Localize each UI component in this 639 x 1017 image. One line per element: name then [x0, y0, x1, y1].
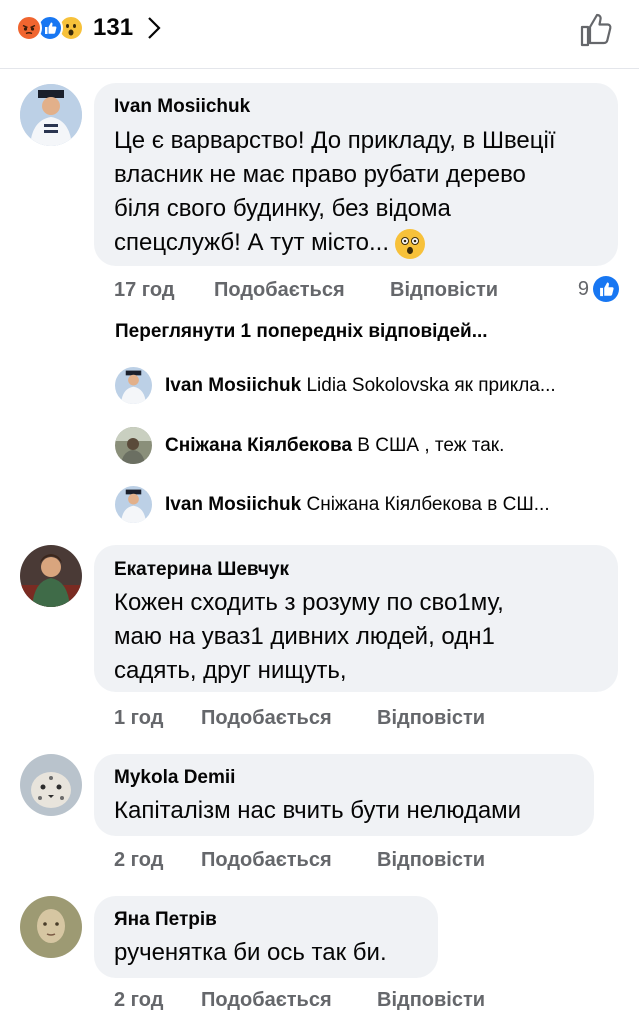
comment-time[interactable]: 1 год	[114, 707, 163, 730]
avatar	[115, 486, 152, 523]
reply-author[interactable]: Ivan Mosiichuk	[165, 375, 301, 396]
reply-author[interactable]: Ivan Mosiichuk	[165, 494, 301, 515]
like-button[interactable]: Подобається	[201, 989, 332, 1012]
avatar	[115, 427, 152, 464]
comment-text: Кожен сходить з розуму по сво1му, маю на…	[114, 589, 504, 684]
comment-time[interactable]: 2 год	[114, 849, 163, 872]
like-button[interactable]: Подобається	[201, 707, 332, 730]
comment-meta: 2 год Подобається Відповісти	[0, 849, 639, 877]
reaction-count: 131	[93, 14, 134, 41]
comment-time[interactable]: 2 год	[114, 989, 163, 1012]
reactions-bar: 131	[0, 0, 639, 69]
comment-text: Це є варварство! До прикладу, в Швеції в…	[114, 124, 614, 260]
reply-text: Сніжана Кіялбекова в СШ...	[306, 494, 550, 515]
like-button[interactable]: Подобається	[201, 849, 332, 872]
avatar[interactable]	[20, 754, 82, 816]
like-button[interactable]: Подобається	[214, 279, 345, 302]
comment-meta: 17 год Подобається Відповісти	[0, 279, 639, 307]
avatar[interactable]	[20, 896, 82, 958]
reactions-summary[interactable]: 131	[16, 14, 161, 42]
astonished-emoji-icon	[395, 228, 426, 259]
comment-meta: 2 год Подобається Відповісти	[0, 989, 639, 1017]
avatar	[115, 367, 152, 404]
reply-text: В США , теж так.	[357, 435, 505, 456]
avatar[interactable]	[20, 84, 82, 146]
angry-reaction-icon	[16, 15, 42, 41]
avatar[interactable]	[20, 545, 82, 607]
reply-button[interactable]: Відповісти	[377, 707, 485, 730]
chevron-right-icon[interactable]	[147, 16, 161, 40]
reply-text: Lidia Sokolovska як прикла...	[306, 375, 556, 396]
comment-meta: 1 год Подобається Відповісти	[0, 707, 639, 735]
comment-text: Капіталізм нас вчить бути нелюдами	[114, 797, 522, 824]
reply-button[interactable]: Відповісти	[377, 989, 485, 1012]
comment-author[interactable]: Mykola Demii	[114, 767, 235, 789]
comment-time[interactable]: 17 год	[114, 279, 175, 302]
like-badge-icon	[593, 276, 619, 302]
reply-author[interactable]: Сніжана Кіялбекова	[165, 435, 352, 456]
comment-author[interactable]: Ivan Mosiichuk	[114, 96, 250, 118]
comment-like-count[interactable]: 9	[578, 276, 619, 302]
comment-author[interactable]: Екатерина Шевчук	[114, 559, 289, 581]
reply-button[interactable]: Відповісти	[390, 279, 498, 302]
comment-author[interactable]: Яна Петрів	[114, 909, 217, 931]
comment-text: рученятка би ось так би.	[114, 939, 387, 966]
like-icon[interactable]	[579, 12, 613, 48]
view-previous-replies-link[interactable]: Переглянути 1 попередніх відповідей...	[115, 321, 488, 343]
reply-button[interactable]: Відповісти	[377, 849, 485, 872]
